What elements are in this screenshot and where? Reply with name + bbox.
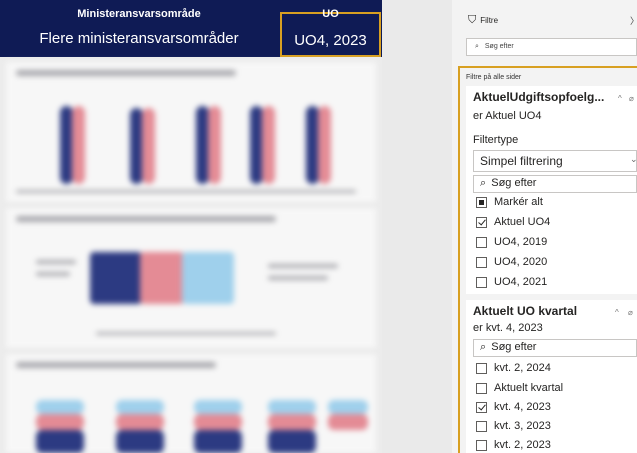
blurred-chart-2[interactable] [6, 208, 376, 348]
checkbox-unchecked[interactable] [476, 277, 487, 288]
uo-card-selected[interactable]: UO UO4, 2023 [280, 8, 381, 57]
chart-bar [194, 400, 242, 414]
chart-bar [36, 400, 84, 414]
filter-type-label: Filtertype [473, 134, 519, 146]
filter-pane-title-text: Filtre [480, 16, 499, 25]
blurred-chart-1[interactable] [6, 62, 376, 202]
chart-bar [262, 106, 275, 184]
report-header: Ministeransvarsområde Flere ministeransv… [0, 0, 382, 57]
chart-bar [116, 430, 164, 453]
filter-card-udgiftsopfoelgning[interactable]: AktuelUdgiftsopfoelg... ^ ⌀ er Aktuel UO… [466, 86, 637, 294]
search-placeholder: Søg efter [491, 177, 537, 189]
filter-card-title: AktuelUdgiftsopfoelg... [473, 90, 605, 104]
filter-card-summary: er Aktuel UO4 [473, 110, 542, 122]
power-bi-report-view: { "header": { "left_label": "Ministerans… [0, 0, 637, 453]
option-label: kvt. 2, 2024 [494, 362, 551, 374]
collapse-pane-icon[interactable]: 〉 [630, 14, 637, 27]
axis-line [16, 190, 356, 193]
search-icon: ⌕ [475, 43, 479, 50]
chart-bar [318, 106, 331, 184]
option-label: UO4, 2021 [494, 276, 548, 288]
filter-pane-header: ⛉Filtre 〉 ⌕ Søg efter [452, 0, 637, 60]
funnel-icon: ⛉ [468, 14, 477, 26]
legend-placeholder [36, 260, 76, 264]
checkbox-checked[interactable] [476, 402, 487, 413]
ministry-card-value: Flere ministeransvarsområder [39, 30, 239, 47]
chart-bar [90, 252, 142, 304]
filter-pane-search-input[interactable]: ⌕ Søg efter [466, 38, 637, 56]
chart-bar [194, 430, 242, 453]
filter-card-title: Aktuelt UO kvartal [473, 304, 578, 318]
option-label: UO4, 2019 [494, 236, 548, 248]
chevron-down-icon: ⌄ [630, 154, 637, 164]
chart-bar [328, 414, 368, 430]
chart-bar [36, 430, 84, 453]
chart-bar [116, 414, 164, 430]
filter-pane-title: ⛉ Filtre [468, 14, 498, 27]
chart-bar [268, 414, 316, 430]
search-icon: ⌕ [480, 341, 487, 353]
filter-type-value: Simpel filtrering [480, 154, 563, 168]
checkbox-unchecked[interactable] [476, 383, 487, 394]
ministry-card[interactable]: Ministeransvarsområde Flere ministeransv… [0, 0, 278, 57]
chart-bar [116, 400, 164, 414]
legend-placeholder [268, 264, 338, 268]
chart-bar [268, 430, 316, 453]
option-label: Aktuelt kvartal [494, 382, 564, 394]
filter-card-summary: er kvt. 4, 2023 [473, 322, 543, 334]
checkbox-unchecked[interactable] [476, 237, 487, 248]
chart-bar [208, 106, 221, 184]
axis-line [96, 332, 276, 335]
option-label: UO4, 2020 [494, 256, 548, 268]
checkbox-partial[interactable] [476, 197, 487, 208]
chart-title-placeholder [16, 70, 236, 76]
chart-bar [194, 414, 242, 430]
checkbox-checked[interactable] [476, 217, 487, 228]
chart-bar [328, 400, 368, 414]
eraser-icon[interactable]: ⌀ [629, 94, 634, 103]
chart-bar [140, 252, 184, 304]
report-canvas: Ministeransvarsområde Flere ministeransv… [0, 0, 382, 453]
uo-card-label: UO [322, 8, 339, 20]
search-placeholder: Søg efter [484, 43, 514, 50]
option-label: kvt. 4, 2023 [494, 401, 551, 413]
chart-title-placeholder [16, 362, 216, 368]
ministry-card-label: Ministeransvarsområde [77, 8, 201, 20]
option-label: Aktuel UO4 [494, 216, 551, 228]
filter-card-uo-kvartal[interactable]: Aktuelt UO kvartal ^ ⌀ er kvt. 4, 2023 ⌕… [466, 300, 637, 453]
search-icon: ⌕ [480, 177, 487, 189]
chevron-up-icon[interactable]: ^ [618, 94, 622, 103]
chart-bar [142, 108, 155, 184]
uo-card-value: UO4, 2023 [294, 32, 367, 49]
checkbox-unchecked[interactable] [476, 363, 487, 374]
chart-bar [268, 400, 316, 414]
option-label: kvt. 3, 2023 [494, 420, 551, 432]
chart-bar [36, 414, 84, 430]
legend-placeholder [268, 276, 328, 280]
chart-title-placeholder [16, 216, 276, 222]
search-placeholder: Søg efter [491, 341, 537, 353]
all-pages-filters-heading: Filtre på alle sider [466, 74, 522, 81]
checkbox-unchecked[interactable] [476, 257, 487, 268]
checkbox-unchecked[interactable] [476, 421, 487, 432]
chart-bar [72, 106, 85, 184]
legend-placeholder [36, 272, 70, 276]
blurred-chart-3[interactable] [6, 354, 376, 453]
filter-card-search-input[interactable]: ⌕ Søg efter [473, 339, 637, 357]
chevron-up-icon[interactable]: ^ [615, 308, 619, 317]
eraser-icon[interactable]: ⌀ [628, 308, 633, 317]
checkbox-unchecked[interactable] [476, 440, 487, 451]
filter-type-dropdown[interactable]: Simpel filtrering ⌄ [473, 150, 637, 172]
option-label: Markér alt [494, 196, 543, 208]
chart-bar [182, 252, 234, 304]
option-label: kvt. 2, 2023 [494, 439, 551, 451]
filter-card-search-input[interactable]: ⌕ Søg efter [473, 175, 637, 193]
